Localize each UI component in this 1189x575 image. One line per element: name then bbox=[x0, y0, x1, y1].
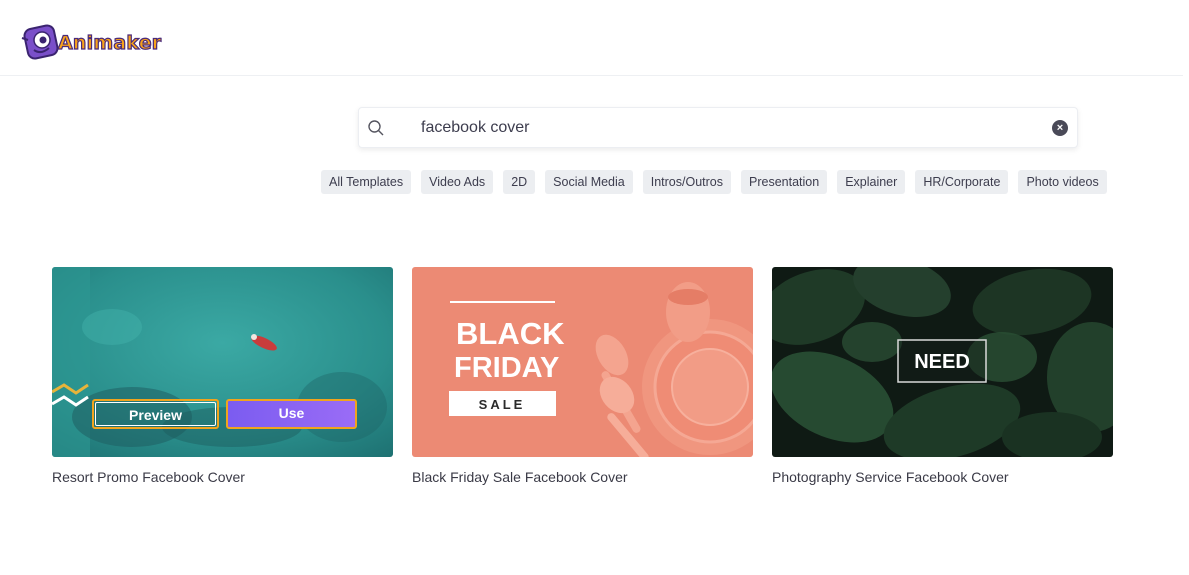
category-chip-video-ads[interactable]: Video Ads bbox=[421, 170, 494, 194]
search-input[interactable] bbox=[421, 116, 1021, 140]
search-icon[interactable] bbox=[367, 119, 385, 137]
template-title[interactable]: Black Friday Sale Facebook Cover bbox=[412, 469, 753, 485]
black-friday-headline-line2: FRIDAY bbox=[454, 352, 559, 384]
template-card[interactable]: Preview Use Resort Promo Facebook Cover bbox=[52, 267, 393, 485]
clear-search-icon[interactable]: × bbox=[1052, 120, 1068, 136]
category-chip-hr-corporate[interactable]: HR/Corporate bbox=[915, 170, 1009, 194]
search-bar: × bbox=[358, 107, 1078, 148]
preview-button-label: Preview bbox=[95, 402, 216, 426]
black-friday-thumbnail-image: BLACK FRIDAY SALE bbox=[412, 267, 753, 457]
category-filters: All Templates Video Ads 2D Social Media … bbox=[321, 170, 1107, 194]
category-chip-presentation[interactable]: Presentation bbox=[741, 170, 828, 194]
photography-thumbnail-image: NEED bbox=[772, 267, 1113, 457]
template-thumbnail[interactable]: NEED bbox=[772, 267, 1113, 457]
category-chip-2d[interactable]: 2D bbox=[503, 170, 536, 194]
top-header: Animaker bbox=[0, 0, 1183, 76]
animaker-logo[interactable]: Animaker bbox=[18, 20, 162, 64]
category-chip-intros-outros[interactable]: Intros/Outros bbox=[642, 170, 731, 194]
black-friday-headline-line1: BLACK bbox=[456, 316, 565, 351]
category-chip-explainer[interactable]: Explainer bbox=[837, 170, 906, 194]
use-button[interactable]: Use bbox=[226, 399, 357, 429]
template-card[interactable]: BLACK FRIDAY SALE Black Friday Sale Face… bbox=[412, 267, 753, 485]
category-chip-photo-videos[interactable]: Photo videos bbox=[1018, 170, 1107, 194]
sale-tag: SALE bbox=[479, 397, 526, 412]
template-thumbnail[interactable]: Preview Use bbox=[52, 267, 393, 457]
brand-name: Animaker bbox=[57, 31, 162, 54]
need-headline: NEED bbox=[914, 351, 970, 373]
template-thumbnail[interactable]: BLACK FRIDAY SALE bbox=[412, 267, 753, 457]
template-card[interactable]: NEED Photography Service Facebook Cover bbox=[772, 267, 1113, 485]
preview-button[interactable]: Preview bbox=[92, 399, 219, 429]
category-chip-social-media[interactable]: Social Media bbox=[545, 170, 633, 194]
category-chip-all-templates[interactable]: All Templates bbox=[321, 170, 412, 194]
template-title[interactable]: Resort Promo Facebook Cover bbox=[52, 469, 393, 485]
template-title[interactable]: Photography Service Facebook Cover bbox=[772, 469, 1113, 485]
